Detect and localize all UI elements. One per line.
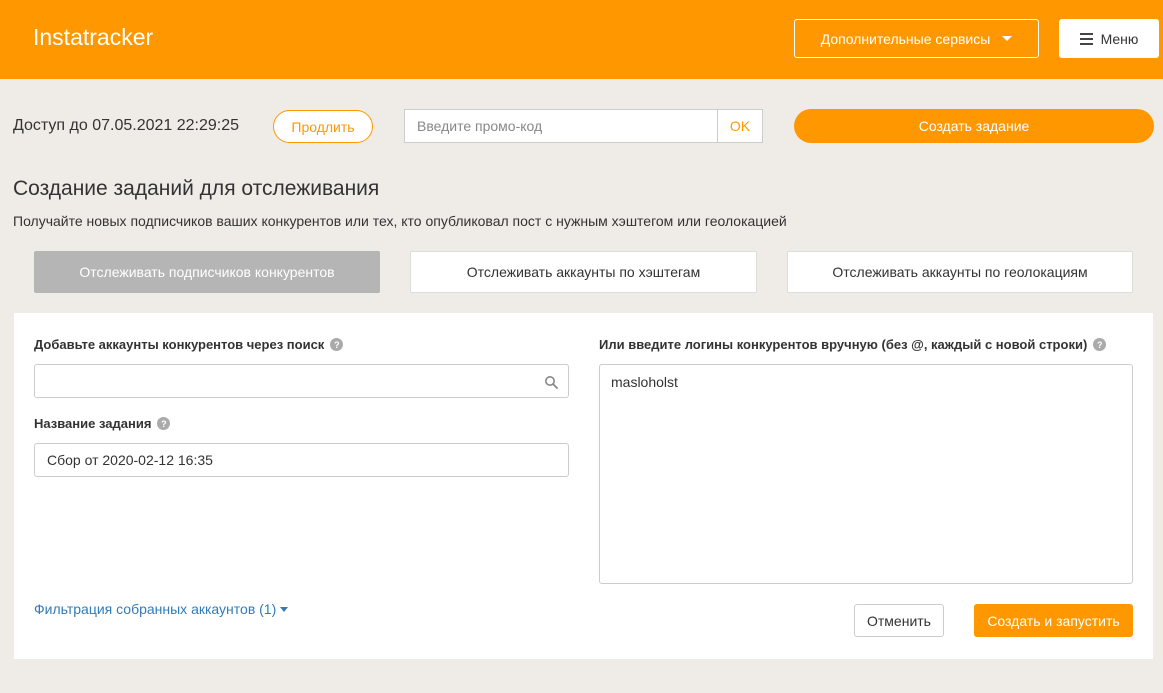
extend-button[interactable]: Продлить [273,110,373,143]
tab-track-competitor-followers[interactable]: Отслеживать подписчиков конкурентов [34,251,380,293]
create-task-button[interactable]: Создать задание [794,109,1154,143]
page-title: Создание заданий для отслеживания [13,177,380,200]
promo-ok-button[interactable]: OK [717,109,763,143]
menu-label: Меню [1100,30,1139,47]
chevron-down-icon [280,606,289,612]
tab-track-hashtags[interactable]: Отслеживать аккаунты по хэштегам [410,251,757,293]
brand-logo[interactable]: Instatracker [33,24,153,51]
task-name-input[interactable] [34,443,569,477]
filter-collected-accounts-link[interactable]: Фильтрация собранных аккаунтов (1) [34,601,289,617]
page-subtitle: Получайте новых подписчиков ваших конкур… [13,213,787,229]
additional-services-label: Дополнительные сервисы [820,30,991,47]
search-field-label: Добавьте аккаунты конкурентов через поис… [34,337,344,352]
competitor-search-input[interactable] [35,365,568,397]
filter-link-text: Фильтрация собранных аккаунтов (1) [34,601,277,617]
task-form-panel: Добавьте аккаунты конкурентов через поис… [14,313,1153,659]
hamburger-icon [1079,32,1093,45]
additional-services-button[interactable]: Дополнительные сервисы [794,19,1039,58]
search-field-label-text: Добавьте аккаунты конкурентов через поис… [34,337,325,352]
manual-logins-label-text: Или введите логины конкурентов вручную (… [599,337,1088,352]
chevron-down-icon [1002,36,1013,41]
access-until-text: Доступ до 07.05.2021 22:29:25 [13,117,240,134]
create-and-start-button[interactable]: Создать и запустить [974,604,1133,637]
header: Instatracker Дополнительные сервисы Меню [0,0,1163,79]
help-icon[interactable]: ? [330,338,344,351]
competitor-search-field [34,364,569,398]
menu-button[interactable]: Меню [1059,19,1159,58]
cancel-button[interactable]: Отменить [854,604,944,637]
task-name-label: Название задания ? [34,416,171,431]
manual-logins-label: Или введите логины конкурентов вручную (… [599,337,1107,352]
promo-code-input[interactable] [404,109,718,143]
help-icon[interactable]: ? [157,417,171,430]
tab-track-geolocations[interactable]: Отслеживать аккаунты по геолокациям [787,251,1133,293]
search-icon [545,376,558,389]
help-icon[interactable]: ? [1093,338,1107,351]
manual-logins-textarea[interactable]: masloholst [599,364,1133,584]
task-name-label-text: Название задания [34,416,152,431]
